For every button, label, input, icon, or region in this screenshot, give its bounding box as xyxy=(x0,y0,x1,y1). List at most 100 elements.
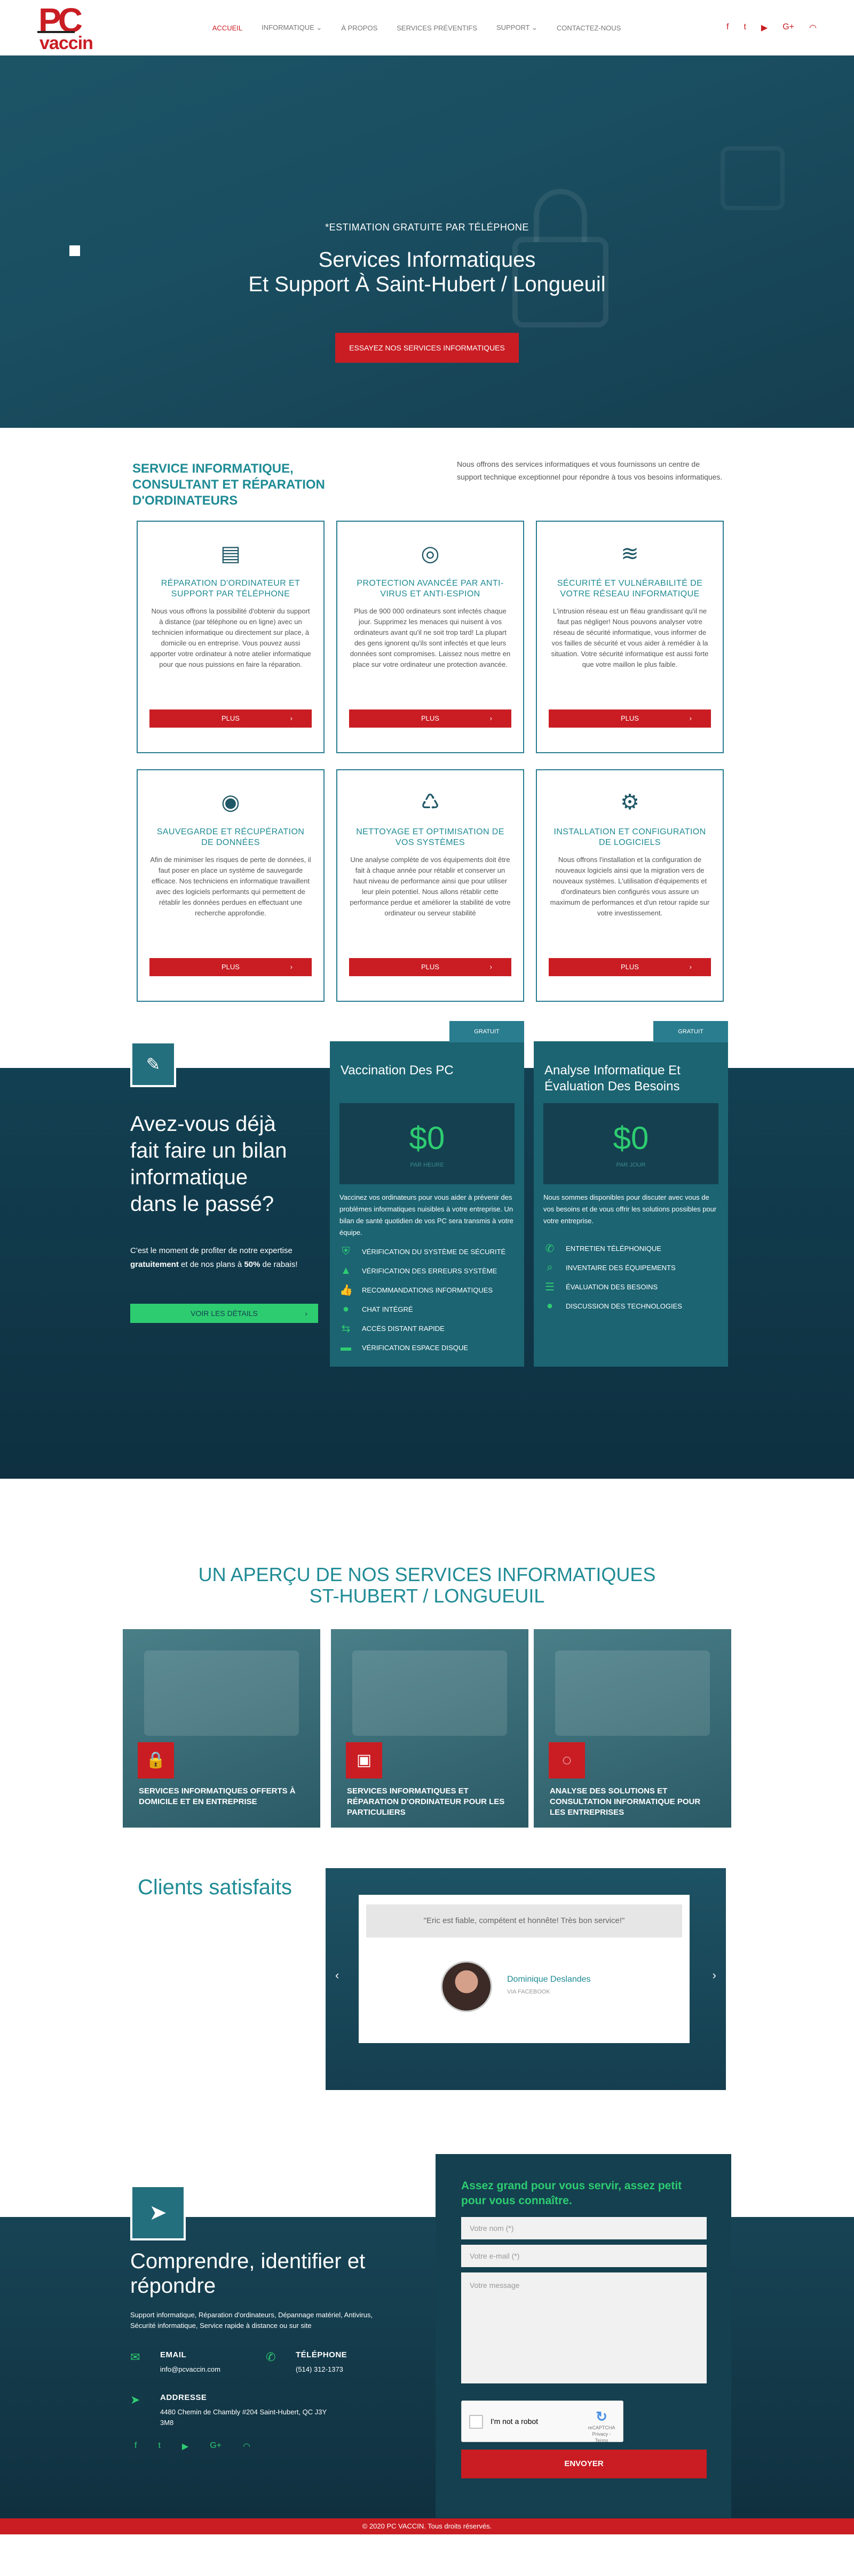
hero-cta-button[interactable]: ESSAYEZ NOS SERVICES INFORMATIQUES xyxy=(335,333,519,363)
services-intro: Nous offrons des services informatiques … xyxy=(457,460,723,481)
copyright: © 2020 PC VACCIN. Tous droits réservés. xyxy=(362,2522,492,2530)
recaptcha-checkbox[interactable] xyxy=(469,2415,483,2429)
contact-email: ✉ EMAIL info@pcvaccin.com xyxy=(130,2350,280,2382)
rss-icon[interactable]: ◠ xyxy=(243,2441,250,2452)
service-card-text: Plus de 900 000 ordinateurs sont infecté… xyxy=(350,607,511,668)
phone-icon: ✆ xyxy=(266,2350,276,2364)
service-card: ♺ NETTOYAGE ET OPTIMISATION DE VOS SYSTÈM… xyxy=(336,769,524,1002)
service-card: ◉ SAUVEGARDE ET RÉCUPÉRATION DE DONNÉES Af… xyxy=(137,769,325,1002)
twitter-icon[interactable]: t xyxy=(158,2441,160,2452)
stack-icon: ≋ xyxy=(621,542,639,565)
email-field[interactable]: Votre e-mail (*) xyxy=(461,2245,707,2267)
plan-price: $0 PAR JOUR xyxy=(543,1103,718,1184)
location-icon: ➤ xyxy=(130,2393,140,2406)
message-field[interactable]: Votre message xyxy=(461,2272,707,2383)
service-card-title: NETTOYAGE ET OPTIMISATION DE VOS SYSTÈME… xyxy=(356,827,504,847)
phone-link[interactable]: (514) 312-1373 xyxy=(296,2364,343,2375)
more-button[interactable]: PLUS › xyxy=(549,958,711,976)
nav-item-3[interactable]: SERVICES PRÉVENTIFS xyxy=(397,24,477,32)
nav-item-label: CONTACTEZ-NOUS xyxy=(556,23,621,32)
more-button[interactable]: PLUS › xyxy=(349,709,511,728)
nav-item-1[interactable]: INFORMATIQUE ⌄ xyxy=(262,23,322,32)
remote-access-icon: ⇆ xyxy=(341,1322,351,1335)
pricing-plan: GRATUIT Vaccination Des PC $0 PAR HEURE Vacc… xyxy=(330,1021,524,1367)
nav-item-label: À PROPOS xyxy=(341,23,378,32)
google-plus-icon[interactable]: G+ xyxy=(210,2441,222,2452)
nav-item-0[interactable]: ACCUEIL xyxy=(212,24,242,32)
send-button[interactable]: ENVOYER xyxy=(461,2450,707,2478)
email-link[interactable]: info@pcvaccin.com xyxy=(160,2364,220,2375)
services-section: SERVICE INFORMATIQUE, CONSULTANT ET RÉPA… xyxy=(0,428,854,1068)
recaptcha-logo: ↻ reCAPTCHA Privacy - Terms xyxy=(586,2408,618,2444)
twitter-icon[interactable]: t xyxy=(744,22,746,33)
facebook-icon[interactable]: f xyxy=(135,2441,137,2452)
more-button[interactable]: PLUS › xyxy=(349,958,511,976)
pricing-text: de rabais! xyxy=(260,1260,298,1269)
view-details-label: VOIR LES DÉTAILS xyxy=(191,1309,258,1318)
nav-item-5[interactable]: CONTACTEZ-NOUS xyxy=(557,24,621,32)
contact-tags: Support informatique, Réparation d'ordin… xyxy=(130,2311,373,2330)
name-field[interactable]: Votre nom (*) xyxy=(461,2217,707,2239)
plan-feature-label: INVENTAIRE DES ÉQUIPEMENTS xyxy=(566,1263,676,1272)
testimonial-quote: "Eric est fiable, compétent et honnête! … xyxy=(366,1904,682,1937)
nav-item-label: SERVICES PRÉVENTIFS xyxy=(397,23,477,32)
facebook-icon[interactable]: f xyxy=(726,22,729,33)
site-header: PC vaccin ACCUEIL INFORMATIQUE ⌄ À PROPOS S… xyxy=(0,0,854,55)
more-button-label: PLUS xyxy=(222,714,240,722)
recycle-icon: ♺ xyxy=(421,791,440,814)
tile-caption: ANALYSE DES SOLUTIONS ET CONSULTATION IN… xyxy=(550,1787,701,1817)
contact-address: ➤ ADDRESSE 4480 Chemin de Chambly #204 S… xyxy=(130,2393,344,2430)
phone-icon: ✆ xyxy=(545,1242,555,1255)
chevron-right-icon: › xyxy=(689,963,692,971)
nav-item-2[interactable]: À PROPOS xyxy=(341,24,377,32)
testimonial-carousel: ‹ › "Eric est fiable, compétent et honnê… xyxy=(326,1868,726,2090)
hero-background-graphic xyxy=(721,146,785,210)
more-button[interactable]: PLUS › xyxy=(549,709,711,728)
tile-image xyxy=(555,1650,710,1736)
youtube-icon[interactable]: ▶ xyxy=(182,2441,188,2452)
more-button-label: PLUS xyxy=(621,963,639,971)
logo[interactable]: PC vaccin xyxy=(37,1,107,54)
chevron-down-icon: ⌄ xyxy=(314,23,322,31)
nav-item-4[interactable]: SUPPORT ⌄ xyxy=(496,23,537,32)
recaptcha: I'm not a robot ↻ reCAPTCHA Privacy - Term… xyxy=(461,2400,623,2444)
main-nav: ACCUEIL INFORMATIQUE ⌄ À PROPOS SERVICES PR… xyxy=(212,23,621,32)
more-button[interactable]: PLUS › xyxy=(149,958,312,976)
shield-icon: ⛨ xyxy=(342,1245,350,1257)
recaptcha-terms[interactable]: Privacy - Terms xyxy=(592,2431,611,2443)
plan-price: $0 PAR HEURE xyxy=(339,1103,515,1184)
overview-tile[interactable]: ▣ SERVICES INFORMATIQUES ET RÉPARATION D'… xyxy=(331,1629,528,1828)
chevron-right-icon: › xyxy=(489,714,492,722)
plan-feature: 👍 RECOMMANDATIONS INFORMATIQUES xyxy=(339,1280,515,1299)
address-label: ADDRESSE xyxy=(160,2393,207,2402)
plan-feature-label: ACCÈS DISTANT RAPIDE xyxy=(362,1324,445,1333)
service-card-text: Une analyse complète de vos équipements … xyxy=(350,856,511,917)
plan-amount: $0 xyxy=(613,1120,649,1156)
more-button[interactable]: PLUS › xyxy=(149,709,312,728)
more-button-label: PLUS xyxy=(621,714,639,722)
plan-features: ✆ ENTRETIEN TÉLÉPHONIQUE ⌕ INVENTAIRE DES É… xyxy=(543,1239,718,1315)
rss-icon[interactable]: ◠ xyxy=(809,22,817,33)
overview-tile[interactable]: ◌ ANALYSE DES SOLUTIONS ET CONSULTATION I… xyxy=(534,1629,731,1828)
warning-icon: ▲ xyxy=(341,1264,351,1277)
logo-vaccin: vaccin xyxy=(39,33,93,53)
chevron-right-icon: › xyxy=(689,714,692,722)
view-details-button[interactable]: VOIR LES DÉTAILS › xyxy=(130,1304,318,1323)
plan-features: ⛨ VÉRIFICATION DU SYSTÈME DE SÉCURITÉ ▲ VÉR… xyxy=(339,1242,515,1357)
carousel-next-icon[interactable]: › xyxy=(713,1968,716,1982)
more-button-label: PLUS xyxy=(421,714,439,722)
youtube-icon[interactable]: ▶ xyxy=(761,22,768,33)
testimonial-source: VIA FACEBOOK xyxy=(507,1989,550,1995)
plan-feature: ⇆ ACCÈS DISTANT RAPIDE xyxy=(339,1319,515,1338)
hero: *ESTIMATION GRATUITE PAR TÉLÉPHONE Servi… xyxy=(0,55,854,428)
plan-feature: ● DISCUSSION DES TECHNOLOGIES xyxy=(543,1296,718,1315)
social-links: f t ▶ G+ ◠ xyxy=(726,22,817,33)
plan-feature: ● CHAT INTÉGRÉ xyxy=(339,1299,515,1319)
plan-description: Vaccinez vos ordinateurs pour vous aider… xyxy=(339,1193,513,1237)
google-plus-icon[interactable]: G+ xyxy=(782,22,794,33)
more-button-label: PLUS xyxy=(222,963,240,971)
overview-tile[interactable]: 🔒 SERVICES INFORMATIQUES OFFERTS À DOMICI… xyxy=(123,1629,320,1828)
chevron-down-icon: ⌄ xyxy=(529,23,537,31)
carousel-prev-icon[interactable]: ‹ xyxy=(335,1968,339,1982)
service-card: ⚙ INSTALLATION ET CONFIGURATION DE LOGICI… xyxy=(536,769,724,1002)
